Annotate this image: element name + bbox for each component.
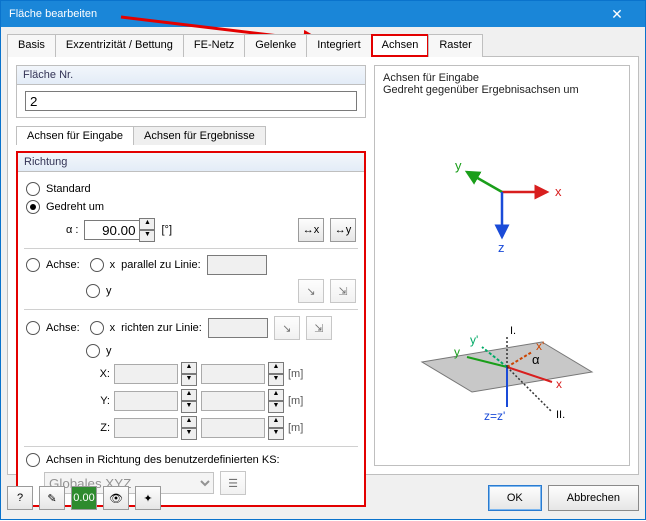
surface-number-label: Fläche Nr.: [17, 66, 365, 85]
coord-y-label: Y:: [96, 395, 110, 407]
tab-raster[interactable]: Raster: [428, 34, 482, 57]
flip-x-icon[interactable]: ↔x: [298, 218, 324, 242]
coord-y2[interactable]: [201, 391, 265, 411]
label-x-1: x: [110, 259, 116, 271]
svg-text:I.: I.: [510, 325, 516, 337]
svg-text:y: y: [455, 158, 462, 173]
coord-z2[interactable]: [201, 418, 265, 438]
axes-icon: x y z: [427, 152, 577, 262]
coord-z1[interactable]: [114, 418, 178, 438]
label-y-1: y: [106, 285, 112, 297]
radio-towards-x[interactable]: [90, 321, 104, 335]
radio-towards[interactable]: [26, 321, 40, 335]
radio-parallel[interactable]: [26, 258, 40, 272]
coord-x1[interactable]: [114, 364, 178, 384]
titlebar: Fläche bearbeiten ✕: [1, 1, 645, 27]
direction-title: Richtung: [18, 153, 364, 172]
alpha-unit: [°]: [161, 224, 172, 236]
alpha-label: α :: [66, 224, 78, 236]
help-icon[interactable]: ?: [7, 486, 33, 510]
tab-gelenke[interactable]: Gelenke: [244, 34, 307, 57]
radio-towards-y[interactable]: [86, 344, 100, 358]
towards-line-input[interactable]: [208, 318, 268, 338]
flip-y-icon[interactable]: ↔y: [330, 218, 356, 242]
label-standard: Standard: [46, 183, 91, 195]
pick-line2-icon[interactable]: ⇲: [330, 279, 356, 303]
view-icon[interactable]: 👁: [103, 486, 129, 510]
tab-basis[interactable]: Basis: [7, 34, 56, 57]
rotated-plane-icon: x x' y y' z=z' II. I. α: [392, 302, 612, 442]
svg-text:y': y': [470, 333, 478, 347]
radio-standard[interactable]: [26, 182, 40, 196]
coord-y1[interactable]: [114, 391, 178, 411]
surface-number-group: Fläche Nr.: [16, 65, 366, 118]
preview-sub: Gedreht gegenüber Ergebnisachsen um: [383, 84, 621, 96]
axis-label-2: Achse:: [46, 322, 80, 334]
svg-text:z=z': z=z': [484, 409, 505, 423]
tab-achsen[interactable]: Achsen: [371, 34, 430, 57]
svg-text:x: x: [555, 184, 562, 199]
cancel-button[interactable]: Abbrechen: [548, 485, 639, 511]
close-icon[interactable]: ✕: [597, 6, 637, 23]
alpha-spinner[interactable]: ▲▼: [84, 218, 155, 242]
units-icon[interactable]: 0.00: [71, 486, 97, 510]
main-tabs: Basis Exzentrizität / Bettung FE-Netz Ge…: [7, 33, 639, 57]
coord-x-label: X:: [96, 368, 110, 380]
alpha-value[interactable]: [84, 220, 140, 240]
pick-towards-icon[interactable]: ↘: [274, 316, 300, 340]
chevron-up-icon: ▲: [139, 218, 155, 230]
label-x-2: x: [110, 322, 116, 334]
radio-parallel-x[interactable]: [90, 258, 104, 272]
preview-panel: Achsen für Eingabe Gedreht gegenüber Erg…: [374, 65, 630, 466]
svg-text:α: α: [532, 352, 540, 367]
window-title: Fläche bearbeiten: [9, 8, 597, 20]
ok-button[interactable]: OK: [488, 485, 542, 511]
label-y-2: y: [106, 345, 112, 357]
label-towards: richten zur Linie:: [121, 322, 202, 334]
label-parallel: parallel zu Linie:: [121, 259, 201, 271]
axis-label-1: Achse:: [46, 259, 80, 271]
chevron-down-icon: ▼: [139, 230, 155, 242]
direction-group: Richtung Standard Gedreht um α :: [16, 151, 366, 507]
label-rotated: Gedreht um: [46, 201, 104, 213]
coord-x2[interactable]: [201, 364, 265, 384]
tab-exzentrizitaet[interactable]: Exzentrizität / Bettung: [55, 34, 184, 57]
svg-text:y: y: [454, 345, 460, 359]
subtab-input-axes[interactable]: Achsen für Eingabe: [16, 126, 134, 145]
radio-parallel-y[interactable]: [86, 284, 100, 298]
coord-z-label: Z:: [96, 422, 110, 434]
notes-icon[interactable]: ✎: [39, 486, 65, 510]
svg-text:x': x': [536, 339, 544, 353]
subtab-result-axes[interactable]: Achsen für Ergebnisse: [133, 126, 266, 145]
preview-heading: Achsen für Eingabe: [383, 72, 621, 84]
tab-fe-netz[interactable]: FE-Netz: [183, 34, 245, 57]
pick-towards2-icon[interactable]: ⇲: [306, 316, 332, 340]
edit-surface-dialog: Fläche bearbeiten ✕ Basis Exzentrizität …: [0, 0, 646, 520]
radio-userks[interactable]: [26, 453, 40, 467]
svg-text:x: x: [556, 377, 562, 391]
svg-text:II.: II.: [556, 409, 565, 421]
pick-line-icon[interactable]: ↘: [298, 279, 324, 303]
radio-rotated[interactable]: [26, 200, 40, 214]
label-userks: Achsen in Richtung des benutzerdefiniert…: [46, 454, 280, 466]
dialog-footer: ? ✎ 0.00 👁 ✦ OK Abbrechen: [7, 483, 639, 513]
tab-integriert[interactable]: Integriert: [306, 34, 371, 57]
axis-subtabs: Achsen für Eingabe Achsen für Ergebnisse: [16, 126, 366, 145]
parallel-line-input[interactable]: [207, 255, 267, 275]
pick-icon[interactable]: ✦: [135, 486, 161, 510]
svg-text:z: z: [498, 240, 505, 255]
surface-number-input[interactable]: [25, 91, 357, 111]
